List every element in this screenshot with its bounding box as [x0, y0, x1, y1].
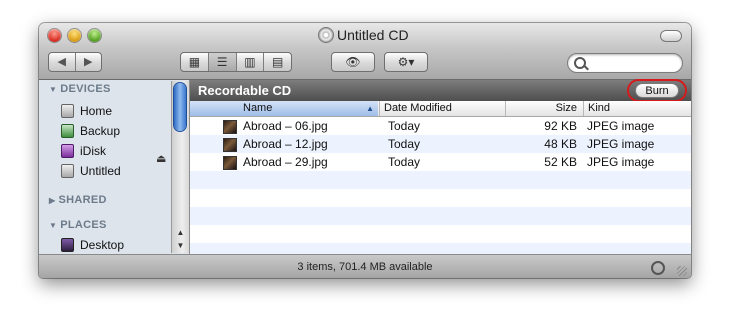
sort-ascending-icon: ▲: [366, 104, 374, 113]
places-header[interactable]: ▼ PLACES: [49, 219, 107, 231]
back-forward-control: ◀ ▶: [48, 52, 102, 72]
column-header-row: Name ▲ Date Modified Size Kind: [190, 101, 691, 117]
sidebar-item-backup[interactable]: Backup: [61, 122, 120, 140]
jpeg-thumbnail-icon: [223, 120, 237, 134]
file-name: Abroad – 12.jpg: [243, 137, 328, 151]
scroll-up-arrow-icon[interactable]: ▲: [172, 228, 189, 237]
toolbar-toggle-button[interactable]: [660, 30, 682, 42]
jpeg-thumbnail-icon: [223, 156, 237, 170]
cd-icon: [319, 28, 333, 42]
sidebar-item-desktop[interactable]: Desktop: [61, 236, 124, 254]
minimize-button[interactable]: [68, 29, 81, 42]
idisk-icon: [61, 144, 74, 158]
shared-header-label: SHARED: [58, 194, 107, 206]
sidebar-item-label: Home: [80, 104, 113, 118]
disclosure-triangle-icon: ▼: [49, 85, 58, 94]
action-menu-button[interactable]: ⚙▾: [384, 52, 428, 72]
file-name: Abroad – 29.jpg: [243, 155, 328, 169]
sidebar-item-label: Backup: [80, 124, 121, 138]
column-header-name[interactable]: Name ▲: [190, 101, 378, 116]
sync-status-icon: [651, 261, 665, 275]
quicklook-button[interactable]: 👁: [331, 52, 375, 72]
file-size: 52 KB: [544, 155, 577, 169]
file-date: Today: [388, 137, 421, 151]
devices-header-label: DEVICES: [60, 83, 111, 95]
file-row[interactable]: Abroad – 29.jpg Today 52 KB JPEG image: [190, 153, 691, 171]
location-header: Recordable CD Burn: [190, 79, 691, 102]
burn-button[interactable]: Burn: [635, 83, 679, 98]
scrollbar-thumb[interactable]: [174, 83, 186, 131]
sidebar-item-label: iDisk: [80, 144, 106, 158]
file-size: 92 KB: [544, 119, 577, 133]
file-row[interactable]: Abroad – 06.jpg Today 92 KB JPEG image: [190, 117, 691, 135]
sidebar-item-idisk[interactable]: iDisk: [61, 142, 106, 160]
file-kind: JPEG image: [587, 155, 655, 169]
file-list: Abroad – 06.jpg Today 92 KB JPEG image A…: [190, 117, 691, 261]
file-date: Today: [388, 119, 421, 133]
column-header-kind[interactable]: Kind: [583, 101, 691, 116]
sidebar-scrollbar[interactable]: ▲ ▼: [171, 81, 189, 253]
window-title-text: Untitled CD: [337, 27, 409, 43]
eye-icon: 👁: [345, 55, 361, 69]
shared-header[interactable]: ▶ SHARED: [49, 194, 107, 206]
file-date: Today: [388, 155, 421, 169]
column-header-label: Name: [243, 102, 273, 114]
status-text: 3 items, 701.4 MB available: [297, 261, 433, 273]
gear-icon: ⚙▾: [397, 55, 415, 69]
view-mode-control: ▦ ☰ ▥ ▤: [180, 52, 292, 72]
empty-row: [190, 171, 691, 189]
status-bar: 3 items, 701.4 MB available: [39, 254, 691, 278]
column-view-button[interactable]: ▥: [235, 53, 264, 71]
places-header-label: PLACES: [60, 219, 107, 231]
sidebar-item-label: Desktop: [80, 238, 125, 252]
window-title: Untitled CD: [319, 26, 409, 44]
column-header-label: Date Modified: [384, 102, 452, 114]
scroll-down-arrow-icon[interactable]: ▼: [172, 241, 189, 250]
sidebar: ▼ DEVICES Home Backup ⏏ iDisk Untitled ▶ S…: [39, 80, 190, 254]
column-header-label: Size: [555, 102, 577, 114]
file-size: 48 KB: [544, 137, 577, 151]
disclosure-triangle-icon: ▶: [49, 196, 56, 205]
forward-button[interactable]: ▶: [74, 53, 102, 71]
eject-icon[interactable]: ⏏: [156, 152, 166, 165]
column-header-label: Kind: [588, 102, 611, 114]
hard-drive-icon: [61, 104, 74, 118]
sidebar-item-label: Untitled: [80, 164, 121, 178]
search-input[interactable]: [588, 55, 680, 71]
file-kind: JPEG image: [587, 119, 655, 133]
back-button[interactable]: ◀: [49, 53, 75, 71]
devices-header[interactable]: ▼ DEVICES: [49, 83, 111, 95]
list-view-button[interactable]: ☰: [207, 53, 236, 71]
titlebar: Untitled CD ◀ ▶ ▦ ☰ ▥ ▤ 👁 ⚙▾: [39, 23, 691, 80]
jpeg-thumbnail-icon: [223, 138, 237, 152]
empty-row: [190, 207, 691, 225]
sidebar-item-home[interactable]: Home: [61, 102, 112, 120]
column-header-date[interactable]: Date Modified: [379, 101, 505, 116]
close-button[interactable]: [48, 29, 61, 42]
finder-window: Untitled CD ◀ ▶ ▦ ☰ ▥ ▤ 👁 ⚙▾ ▼ DEVICES H…: [39, 23, 691, 278]
coverflow-view-button[interactable]: ▤: [263, 53, 291, 71]
file-kind: JPEG image: [587, 137, 655, 151]
disclosure-triangle-icon: ▼: [49, 221, 58, 230]
file-browser: Recordable CD Burn Name ▲ Date Modified …: [190, 79, 691, 261]
file-row[interactable]: Abroad – 12.jpg Today 48 KB JPEG image: [190, 135, 691, 153]
search-field[interactable]: [567, 53, 683, 73]
empty-row: [190, 225, 691, 243]
file-name: Abroad – 06.jpg: [243, 119, 328, 133]
disc-drive-icon: [61, 164, 74, 178]
column-header-size[interactable]: Size: [505, 101, 583, 116]
empty-row: [190, 189, 691, 207]
sidebar-item-untitled[interactable]: Untitled: [61, 162, 121, 180]
backup-drive-icon: [61, 124, 74, 138]
zoom-button[interactable]: [88, 29, 101, 42]
icon-view-button[interactable]: ▦: [181, 53, 208, 71]
location-title: Recordable CD: [198, 83, 292, 98]
resize-grip-icon[interactable]: [677, 266, 687, 276]
search-icon: [574, 57, 586, 69]
desktop-icon: [61, 238, 74, 252]
